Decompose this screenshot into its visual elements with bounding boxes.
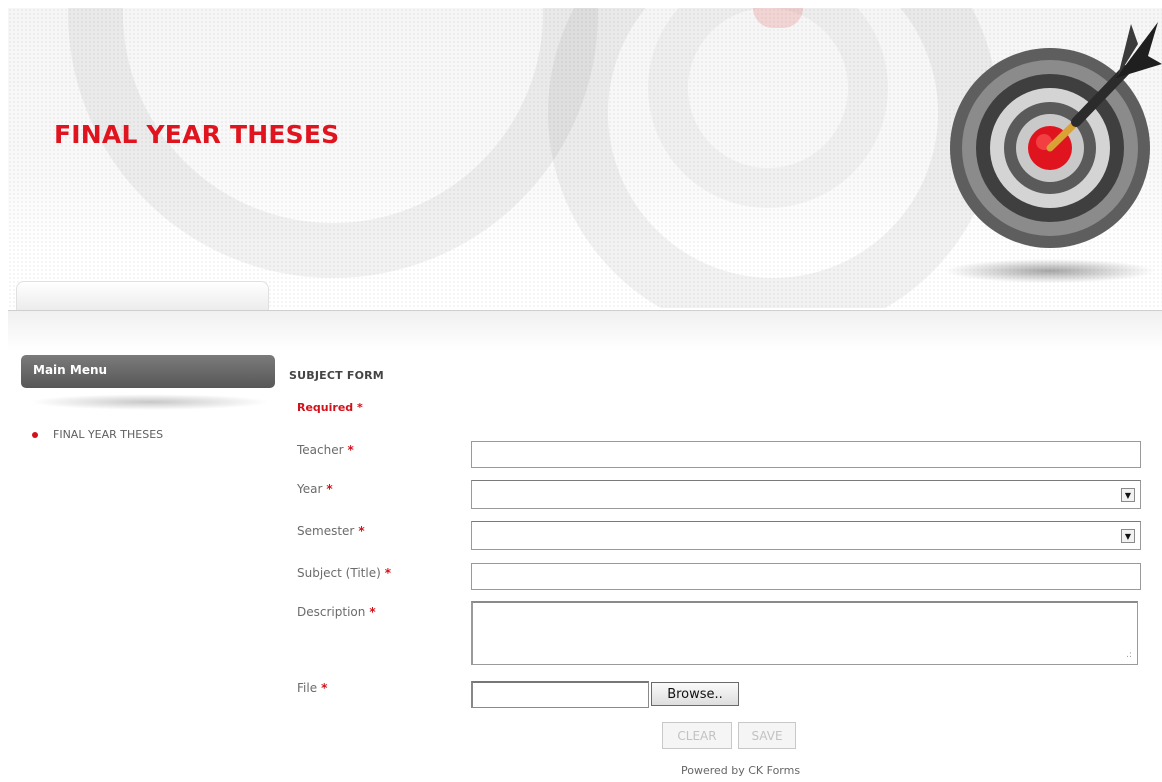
main-menu-shadow — [30, 394, 270, 410]
required-marker: * — [321, 681, 328, 695]
teacher-input[interactable] — [471, 441, 1141, 468]
resize-grip-icon[interactable]: .: — [1126, 651, 1132, 660]
year-label: Year * — [297, 482, 333, 496]
semester-label: Semester * — [297, 524, 365, 538]
site-header: FINAL YEAR THESES — [8, 8, 1162, 308]
required-marker: * — [384, 566, 392, 580]
year-select[interactable]: ▼ — [471, 480, 1141, 509]
required-marker: * — [357, 401, 363, 414]
clear-button[interactable]: CLEAR — [662, 722, 732, 749]
chevron-down-icon[interactable]: ▼ — [1121, 529, 1135, 543]
required-marker: * — [347, 443, 354, 457]
file-label: File * — [297, 681, 327, 695]
main-menu-header: Main Menu — [21, 355, 275, 388]
bullet-dot-icon — [32, 431, 38, 438]
year-label-text: Year — [297, 482, 323, 496]
description-label: Description * — [297, 605, 376, 619]
required-marker: * — [326, 482, 333, 496]
subject-label-text: Subject (Title) — [297, 566, 381, 580]
browse-button[interactable]: Browse.. — [651, 682, 739, 706]
semester-label-text: Semester — [297, 524, 355, 538]
required-note-text: Required — [297, 401, 354, 414]
file-label-text: File — [297, 681, 318, 695]
save-button[interactable]: SAVE — [738, 722, 796, 749]
form-title: SUBJECT FORM — [289, 369, 384, 382]
chevron-down-icon[interactable]: ▼ — [1121, 488, 1135, 502]
description-textarea[interactable]: .: — [471, 601, 1138, 665]
nav-bar-shadow — [8, 311, 1162, 351]
sidebar-item-label: FINAL YEAR THESES — [53, 428, 164, 441]
nav-divider — [8, 310, 1162, 311]
subject-label: Subject (Title) * — [297, 566, 391, 580]
description-label-text: Description — [297, 605, 366, 619]
site-title: FINAL YEAR THESES — [54, 120, 340, 149]
teacher-label-text: Teacher — [297, 443, 344, 457]
nav-tab[interactable] — [16, 281, 269, 310]
file-path-input[interactable] — [471, 681, 649, 708]
subject-title-input[interactable] — [471, 563, 1141, 590]
powered-by-text: Powered by CK Forms — [681, 764, 801, 777]
target-dart-icon — [945, 22, 1162, 283]
sidebar-item-final-year-theses[interactable]: FINAL YEAR THESES — [32, 428, 163, 441]
required-marker: * — [358, 524, 365, 538]
semester-select[interactable]: ▼ — [471, 521, 1141, 550]
teacher-label: Teacher * — [297, 443, 354, 457]
required-note: Required * — [297, 401, 363, 414]
required-marker: * — [369, 605, 376, 619]
